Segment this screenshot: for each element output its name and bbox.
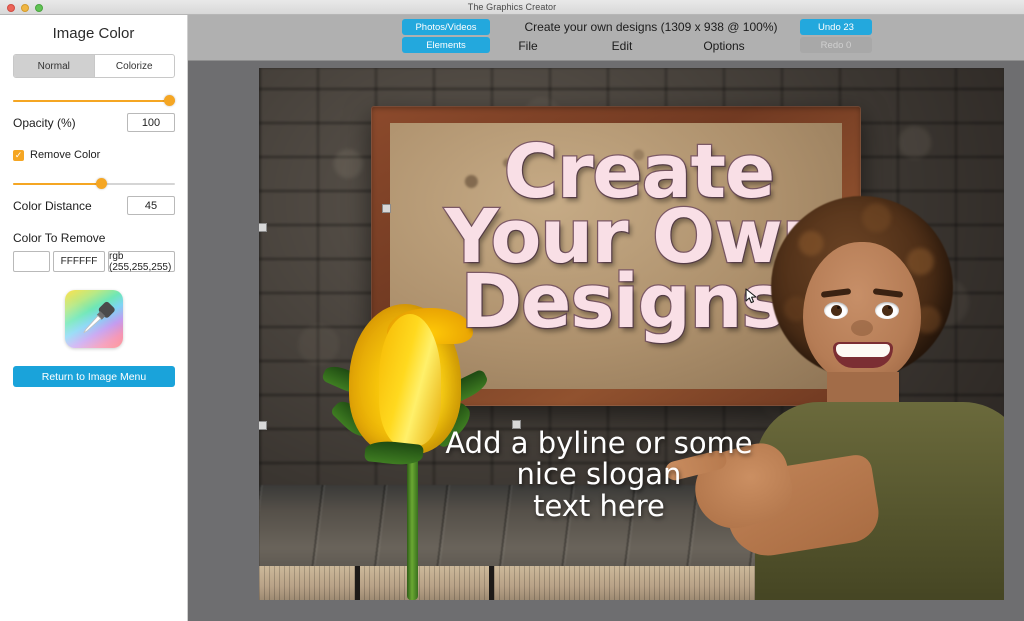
menu-file[interactable]: File [498, 37, 558, 55]
top-toolbar: Photos/Videos Elements Create your own d… [188, 15, 1024, 61]
color-to-remove-row: FFFFFF rgb (255,255,255) [13, 251, 175, 273]
segment-colorize[interactable]: Colorize [93, 55, 175, 77]
woman-photo-graphic[interactable] [663, 196, 1004, 600]
opacity-input[interactable]: 100 [127, 113, 175, 132]
remove-color-label: Remove Color [30, 149, 101, 161]
rgb-input[interactable]: rgb (255,255,255) [108, 251, 175, 273]
nose [851, 320, 873, 336]
opacity-slider-knob[interactable] [164, 95, 175, 106]
selection-handle[interactable] [259, 421, 267, 430]
selection-handle[interactable] [259, 223, 267, 232]
teeth [836, 344, 890, 357]
opacity-slider[interactable] [13, 94, 175, 108]
mouth [833, 342, 893, 368]
menu-edit[interactable]: Edit [592, 37, 652, 55]
yellow-rose-graphic[interactable] [320, 296, 511, 600]
image-color-sidebar: Image Color Normal Colorize Opacity (%) … [0, 15, 188, 621]
opacity-slider-fill [13, 100, 175, 102]
design-canvas[interactable]: Create Your Own Designs! Add a byline or… [259, 68, 1004, 600]
document-info: Create your own designs (1309 x 938 @ 10… [524, 20, 778, 34]
elements-button[interactable]: Elements [402, 37, 490, 53]
redo-button: Redo 0 [800, 37, 872, 53]
color-distance-slider[interactable] [13, 177, 175, 191]
eyedropper-icon[interactable] [64, 290, 123, 348]
undo-button[interactable]: Undo 23 [800, 19, 872, 35]
color-mode-segmented-control[interactable]: Normal Colorize [13, 54, 175, 78]
canvas-workspace[interactable]: Create Your Own Designs! Add a byline or… [188, 61, 1024, 621]
photos-videos-button[interactable]: Photos/Videos [402, 19, 490, 35]
color-distance-label: Color Distance [13, 198, 92, 213]
selection-handle[interactable] [512, 420, 521, 429]
eye-left [824, 302, 848, 319]
color-distance-row: Color Distance 45 [13, 196, 175, 215]
color-distance-input[interactable]: 45 [127, 196, 175, 215]
window-title: The Graphics Creator [467, 2, 557, 12]
color-distance-slider-fill [13, 183, 102, 185]
segment-normal[interactable]: Normal [14, 55, 94, 77]
opacity-label: Opacity (%) [13, 115, 76, 130]
opacity-row: Opacity (%) 100 [13, 113, 175, 132]
panel-title: Image Color [52, 25, 135, 42]
remove-color-checkbox[interactable]: ✓ [13, 149, 24, 161]
rose-bud [349, 304, 473, 454]
eyedropper-wrap [13, 290, 174, 348]
hex-input[interactable]: FFFFFF [53, 251, 105, 272]
window-title-bar: The Graphics Creator [0, 0, 1024, 15]
rose-petal [379, 314, 441, 446]
pupil-right [882, 305, 893, 316]
selection-handle[interactable] [382, 204, 391, 213]
color-to-remove-label: Color To Remove [13, 231, 106, 245]
pupil-left [831, 305, 842, 316]
remove-color-row[interactable]: ✓ Remove Color [13, 149, 174, 161]
color-swatch[interactable] [13, 251, 50, 272]
menu-options[interactable]: Options [688, 37, 760, 55]
application-window: The Graphics Creator Image Color Normal … [0, 0, 1024, 621]
return-to-image-menu-button[interactable]: Return to Image Menu [13, 366, 175, 387]
color-distance-slider-knob[interactable] [96, 178, 107, 189]
eye-right [875, 302, 899, 319]
